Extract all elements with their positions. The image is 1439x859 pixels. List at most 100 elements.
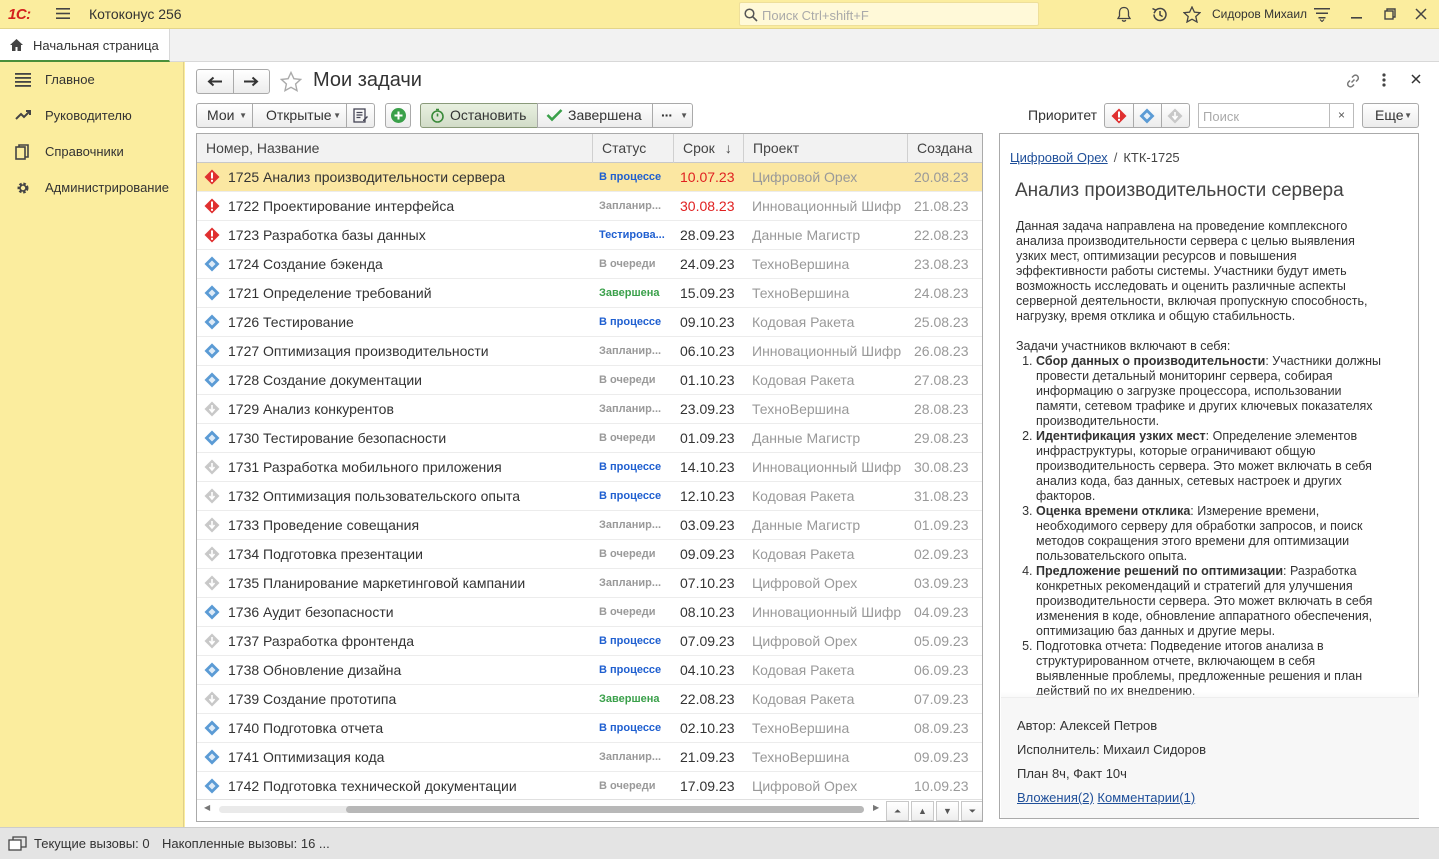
table-row[interactable]: 1738 Обновление дизайна В процессе 04.10.2… <box>197 656 982 685</box>
task-status: В процессе <box>599 635 662 647</box>
table-row[interactable]: 1730 Тестирование безопасности В очереди 0… <box>197 424 982 453</box>
table-row[interactable]: 1728 Создание документации В очереди 01.10… <box>197 366 982 395</box>
task-search-input[interactable]: Поиск <box>1198 103 1330 128</box>
column-header-project[interactable]: Проект <box>744 134 908 163</box>
table-row[interactable]: 1736 Аудит безопасности В очереди 08.10.23… <box>197 598 982 627</box>
sidebar-item-admin[interactable]: Администрирование <box>0 173 184 203</box>
task-project: Кодовая Ракета <box>752 488 855 504</box>
table-row[interactable]: 1731 Разработка мобильного приложения В п… <box>197 453 982 482</box>
task-due: 07.09.23 <box>680 633 735 649</box>
table-row[interactable]: 1734 Подготовка презентации В очереди 09.0… <box>197 540 982 569</box>
create-button[interactable] <box>385 103 411 128</box>
windows-icon[interactable] <box>8 836 27 852</box>
priority-low-icon[interactable] <box>1167 108 1183 124</box>
add-favorite-star-icon[interactable] <box>280 71 302 92</box>
complete-button[interactable]: Завершена <box>537 103 653 128</box>
status-bar: Текущие вызовы: 0 Накопленные вызовы: 16… <box>0 827 1439 859</box>
sidebar-item-manager[interactable]: Руководителю <box>0 101 184 131</box>
task-name: 1722 Проектирование интерфейса <box>228 198 455 214</box>
scroll-down-button[interactable]: ▼ <box>936 801 959 821</box>
task-status: В процессе <box>599 171 662 183</box>
task-project: Данные Магистр <box>752 227 861 243</box>
link-icon[interactable] <box>1345 73 1361 89</box>
forward-arrow-icon[interactable] <box>243 76 259 87</box>
task-project: Инновационный Шифр <box>752 198 902 214</box>
priority-high-icon[interactable] <box>1111 108 1127 124</box>
table-row[interactable]: 1723 Разработка базы данных Тестирова... 2… <box>197 221 982 250</box>
hamburger-menu-icon[interactable] <box>56 7 70 20</box>
horizontal-scrollbar[interactable] <box>219 806 864 813</box>
attachments-link[interactable]: Вложения(2) <box>1017 790 1094 805</box>
filter-mine-label: Мои <box>207 107 235 123</box>
task-name: 1739 Создание прототипа <box>228 691 397 707</box>
breadcrumb-separator: / <box>1113 150 1118 165</box>
more-menu-button[interactable]: Еще ▼ <box>1362 103 1419 128</box>
close-form-icon[interactable] <box>1411 74 1421 84</box>
filter-settings-icon[interactable] <box>1314 6 1330 22</box>
project-link[interactable]: Цифровой Орех <box>1010 150 1108 165</box>
tab-home-label: Начальная страница <box>33 38 159 53</box>
plus-circle-icon <box>390 107 407 124</box>
task-name: 1724 Создание бэкенда <box>228 256 383 272</box>
task-project: ТехноВершина <box>752 256 850 272</box>
sidebar-item-references[interactable]: Справочники <box>0 137 184 167</box>
more-vertical-icon[interactable] <box>1382 73 1386 87</box>
task-status: В очереди <box>599 258 656 270</box>
filter-open-dropdown[interactable]: Открытые ▼ <box>252 103 347 128</box>
scroll-to-top-button[interactable]: ⏶ <box>886 801 909 821</box>
priority-high-icon <box>204 227 220 243</box>
table-row[interactable]: 1740 Подготовка отчета В процессе 02.10.23… <box>197 714 982 743</box>
table-row[interactable]: 1739 Создание прототипа Завершена 22.08.23… <box>197 685 982 714</box>
task-due: 10.07.23 <box>680 169 735 185</box>
table-row[interactable]: 1742 Подготовка технической документации… <box>197 772 982 801</box>
column-header-due[interactable]: Срок ↓ <box>674 134 744 163</box>
table-row[interactable]: 1724 Создание бэкенда В очереди 24.09.23 Те… <box>197 250 982 279</box>
task-step: Оценка времени отклика: Измерение времен… <box>1036 504 1388 564</box>
table-row[interactable]: 1741 Оптимизация кода Запланир... 21.09.23… <box>197 743 982 772</box>
task-due: 07.10.23 <box>680 575 735 591</box>
column-header-name[interactable]: Номер, Название <box>197 134 593 163</box>
table-row[interactable]: 1725 Анализ производительности сервера В … <box>197 163 982 192</box>
table-row[interactable]: 1733 Проведение совещания Запланир... 03.0… <box>197 511 982 540</box>
table-row[interactable]: 1727 Оптимизация производительности Запла… <box>197 337 982 366</box>
more-actions-dropdown[interactable]: ··· ▼ <box>652 103 693 128</box>
filter-mine-dropdown[interactable]: Мои ▼ <box>196 103 253 128</box>
column-header-status[interactable]: Статус <box>593 134 674 163</box>
back-arrow-icon[interactable] <box>207 76 223 87</box>
column-header-created[interactable]: Создана <box>908 134 982 163</box>
task-name: 1736 Аудит безопасности <box>228 604 394 620</box>
star-favorites-icon[interactable] <box>1183 6 1201 23</box>
scroll-left-icon[interactable]: ◀ <box>204 803 210 812</box>
table-row[interactable]: 1721 Определение требований Завершена 15.0… <box>197 279 982 308</box>
tab-home[interactable]: Начальная страница <box>0 29 170 62</box>
scroll-right-icon[interactable]: ▶ <box>873 803 879 812</box>
user-name[interactable]: Сидоров Михаил <box>1212 7 1307 21</box>
priority-medium-icon[interactable] <box>1139 108 1155 124</box>
close-window-icon[interactable] <box>1415 8 1427 20</box>
report-settings-button[interactable] <box>346 103 375 128</box>
scroll-up-button[interactable]: ▲ <box>911 801 934 821</box>
table-row[interactable]: 1726 Тестирование В процессе 09.10.23 Кодов… <box>197 308 982 337</box>
stop-button[interactable]: Остановить <box>420 103 538 128</box>
task-status: В очереди <box>599 548 656 560</box>
minimize-icon[interactable] <box>1351 10 1363 20</box>
table-row[interactable]: 1732 Оптимизация пользовательского опыта… <box>197 482 982 511</box>
bell-icon[interactable] <box>1116 6 1132 23</box>
sidebar-item-main[interactable]: Главное <box>0 65 184 95</box>
scrollbar-thumb[interactable] <box>346 806 864 813</box>
history-icon[interactable] <box>1151 6 1169 23</box>
task-project: Данные Магистр <box>752 430 861 446</box>
task-name: 1737 Разработка фронтенда <box>228 633 415 649</box>
app-title: Котоконус 256 <box>89 6 182 22</box>
restore-window-icon[interactable] <box>1384 8 1396 20</box>
table-row[interactable]: 1737 Разработка фронтенда В процессе 07.09… <box>197 627 982 656</box>
table-row[interactable]: 1729 Анализ конкурентов Запланир... 23.09.… <box>197 395 982 424</box>
comments-link[interactable]: Комментарии(1) <box>1097 790 1195 805</box>
task-status: В процессе <box>599 722 662 734</box>
global-search-input[interactable]: Поиск Ctrl+shift+F <box>739 2 1039 26</box>
scroll-to-bottom-button[interactable]: ⏷ <box>961 801 982 821</box>
table-row[interactable]: 1735 Планирование маркетинговой кампании… <box>197 569 982 598</box>
table-row[interactable]: 1722 Проектирование интерфейса Запланир..… <box>197 192 982 221</box>
app-logo[interactable]: 1С: <box>8 6 31 23</box>
search-clear-button[interactable]: × <box>1330 103 1354 128</box>
